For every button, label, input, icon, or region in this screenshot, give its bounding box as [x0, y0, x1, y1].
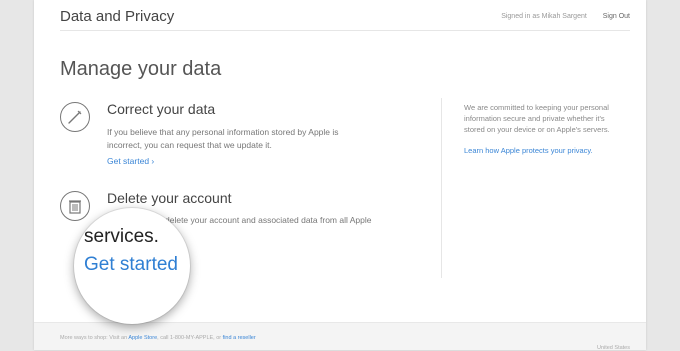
- sign-out-link[interactable]: Sign Out: [603, 13, 630, 20]
- footer-shop-prefix: More ways to shop: Visit an: [60, 335, 128, 341]
- privacy-statement-line2: information secure and private whether i…: [464, 114, 605, 123]
- magnified-text: services.: [84, 226, 159, 247]
- footer-apple-store-link[interactable]: Apple Store: [128, 335, 157, 341]
- delete-account-description: delete your account and associated data …: [165, 215, 372, 225]
- footer-call-text: , call 1-800-MY-APPLE, or: [157, 335, 222, 341]
- footer: More ways to shop: Visit an Apple Store,…: [34, 322, 646, 351]
- page-title: Manage your data: [60, 58, 222, 80]
- footer-find-reseller-link[interactable]: find a reseller: [223, 335, 256, 341]
- header-divider: [60, 30, 630, 31]
- delete-account-get-started-link[interactable]: Get started: [84, 254, 178, 276]
- correct-data-title: Correct your data: [107, 101, 216, 117]
- correct-data-get-started-link[interactable]: Get started ›: [107, 156, 154, 166]
- privacy-statement-line3: stored on your device or on Apple's serv…: [464, 125, 610, 134]
- header-title: Data and Privacy: [60, 8, 175, 25]
- privacy-statement-line1: We are committed to keeping your persona…: [464, 103, 609, 112]
- column-divider: [441, 98, 442, 278]
- delete-account-title: Delete your account: [107, 190, 232, 206]
- correct-data-description: If you believe that any personal informa…: [107, 126, 417, 152]
- footer-region[interactable]: United States: [597, 345, 630, 351]
- correct-data-text-line2: incorrect, you can request that we updat…: [107, 140, 272, 150]
- magnifier-overlay: services. Get started: [74, 208, 190, 324]
- privacy-statement: We are committed to keeping your persona…: [464, 102, 634, 135]
- pencil-icon: [60, 102, 90, 132]
- privacy-learn-more-link[interactable]: Learn how Apple protects your privacy.: [464, 146, 593, 155]
- correct-data-text-line1: If you believe that any personal informa…: [107, 127, 339, 137]
- header-account: Signed in as Mikah Sargent Sign Out: [501, 13, 630, 20]
- trash-icon: [60, 191, 90, 221]
- footer-shop-line: More ways to shop: Visit an Apple Store,…: [60, 335, 256, 341]
- signed-in-label: Signed in as Mikah Sargent: [501, 13, 587, 20]
